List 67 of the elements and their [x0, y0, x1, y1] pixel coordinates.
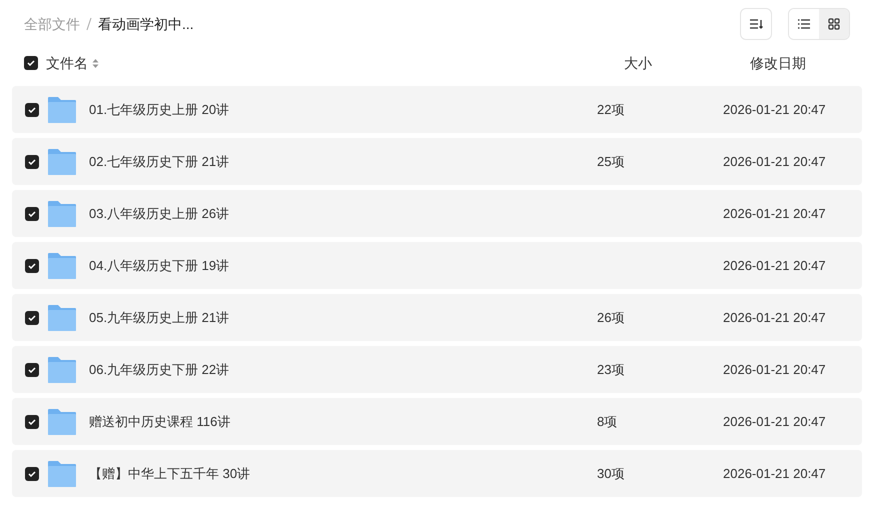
file-size: 26项 — [597, 308, 626, 327]
checkbox[interactable] — [24, 56, 38, 70]
check-icon — [28, 418, 36, 424]
folder-icon — [47, 252, 77, 280]
file-name: 05.九年级历史上册 21讲 — [89, 308, 230, 327]
file-row[interactable]: 03.八年级历史上册 26讲 2026-01-21 20:47 — [12, 190, 862, 237]
file-name: 赠送初中历史课程 116讲 — [89, 412, 232, 431]
file-size: 8项 — [597, 412, 618, 431]
modified-date: 2026-01-21 20:47 — [723, 412, 826, 431]
grid-view-button[interactable] — [819, 9, 849, 39]
column-header[interactable]: 大小 — [624, 52, 652, 74]
file-size: 25项 — [597, 152, 626, 171]
sort-button[interactable] — [740, 8, 772, 40]
file-size: 22项 — [597, 100, 626, 119]
check-icon — [28, 158, 36, 164]
grid-icon — [828, 18, 840, 30]
folder-icon — [47, 408, 77, 436]
file-name: 04.八年级历史下册 19讲 — [89, 256, 230, 275]
column-header[interactable]: 文件名 — [46, 52, 88, 74]
checkbox[interactable] — [25, 154, 39, 168]
check-icon — [28, 106, 36, 112]
file-row[interactable]: 【赠】中华上下五千年 30讲 30项 2026-01-21 20:47 — [12, 450, 862, 497]
file-name: 06.九年级历史下册 22讲 — [89, 360, 230, 379]
check-icon — [27, 60, 35, 66]
modified-date: 2026-01-21 20:47 — [723, 100, 826, 119]
modified-date: 2026-01-21 20:47 — [723, 308, 826, 327]
checkbox[interactable] — [25, 466, 39, 480]
modified-date: 2026-01-21 20:47 — [723, 256, 826, 275]
checkbox[interactable] — [25, 310, 39, 324]
file-name: 【赠】中华上下五千年 30讲 — [89, 464, 252, 483]
file-size: 30项 — [597, 464, 626, 483]
file-name: 02.七年级历史下册 21讲 — [89, 152, 230, 171]
file-row[interactable]: 06.九年级历史下册 22讲 23项 2026-01-21 20:47 — [12, 346, 862, 393]
check-icon — [28, 366, 36, 372]
folder-icon — [47, 96, 77, 124]
check-icon — [28, 314, 36, 320]
folder-icon — [47, 148, 77, 176]
folder-icon — [47, 200, 77, 228]
modified-date: 2026-01-21 20:47 — [723, 464, 826, 483]
list-icon — [798, 19, 810, 29]
file-row[interactable]: 01.七年级历史上册 20讲 22项 2026-01-21 20:47 — [12, 86, 862, 133]
file-name: 01.七年级历史上册 20讲 — [89, 100, 230, 119]
breadcrumb-separator-icon — [86, 17, 92, 31]
folder-icon — [47, 356, 77, 384]
sort-icon[interactable] — [92, 58, 99, 68]
file-row[interactable]: 赠送初中历史课程 116讲 8项 2026-01-21 20:47 — [12, 398, 862, 445]
check-icon — [28, 262, 36, 268]
file-name: 03.八年级历史上册 26讲 — [89, 204, 230, 223]
file-row[interactable]: 02.七年级历史下册 21讲 25项 2026-01-21 20:47 — [12, 138, 862, 185]
modified-date: 2026-01-21 20:47 — [723, 360, 826, 379]
modified-date: 2026-01-21 20:47 — [723, 204, 826, 223]
modified-date: 2026-01-21 20:47 — [723, 152, 826, 171]
checkbox[interactable] — [25, 414, 39, 428]
column-header[interactable]: 修改日期 — [750, 52, 806, 74]
check-icon — [28, 210, 36, 216]
folder-icon — [47, 460, 77, 488]
checkbox[interactable] — [25, 102, 39, 116]
checkbox[interactable] — [25, 362, 39, 376]
folder-icon — [47, 304, 77, 332]
file-row[interactable]: 04.八年级历史下册 19讲 2026-01-21 20:47 — [12, 242, 862, 289]
checkbox[interactable] — [25, 206, 39, 220]
checkbox[interactable] — [25, 258, 39, 272]
sort-icon — [749, 18, 763, 30]
breadcrumb-item[interactable]: 看动画学初中... — [98, 14, 194, 34]
file-size: 23项 — [597, 360, 626, 379]
check-icon — [28, 470, 36, 476]
file-row[interactable]: 05.九年级历史上册 21讲 26项 2026-01-21 20:47 — [12, 294, 862, 341]
